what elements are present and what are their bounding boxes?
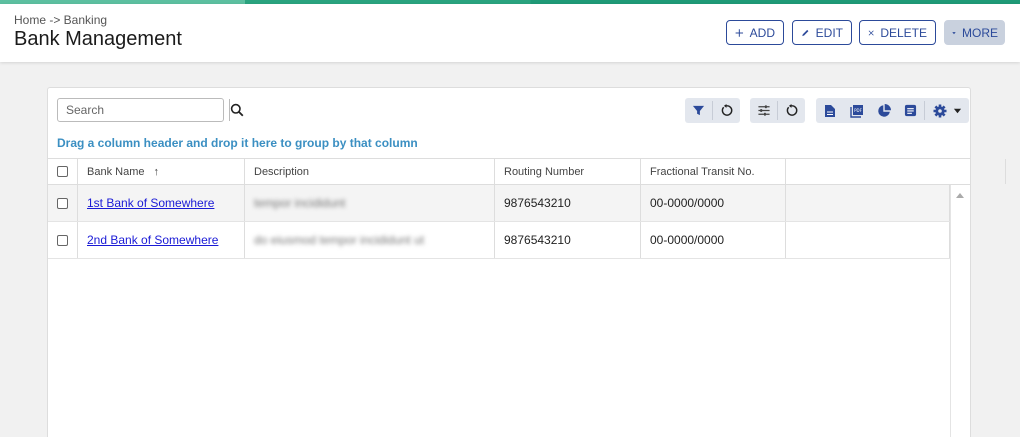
- search-box: [57, 98, 244, 122]
- filter-icon: [692, 105, 705, 116]
- description-text: tempor incididunt: [254, 196, 346, 210]
- search-icon: [230, 103, 244, 117]
- reset-columns-button[interactable]: [778, 98, 805, 123]
- pencil-icon: [802, 29, 809, 36]
- list-view-button[interactable]: [897, 98, 924, 123]
- columns-toolbar-group: [750, 98, 805, 123]
- column-settings-button[interactable]: [750, 98, 777, 123]
- gear-icon: [933, 104, 946, 117]
- group-by-hint: Drag a column header and drop it here to…: [57, 136, 418, 150]
- list-icon: [904, 104, 917, 117]
- row-checkbox[interactable]: [57, 234, 68, 246]
- edit-button[interactable]: EDIT: [792, 20, 852, 45]
- settings-button[interactable]: [925, 98, 969, 123]
- vertical-scrollbar[interactable]: [950, 185, 970, 437]
- add-button-label: ADD: [749, 25, 775, 40]
- bank-name-cell: 2nd Bank of Somewhere: [78, 222, 245, 258]
- column-header-label: Fractional Transit No.: [650, 165, 755, 178]
- delete-button-label: DELETE: [880, 25, 927, 40]
- table-row[interactable]: 2nd Bank of Somewhere do eiusmod tempor …: [48, 222, 950, 259]
- sort-ascending-icon: ↑: [153, 165, 159, 178]
- export-toolbar-group: PDF: [816, 98, 969, 123]
- scroll-up-arrow-icon[interactable]: [956, 193, 964, 198]
- reset-icon: [721, 104, 733, 116]
- bank-name-cell: 1st Bank of Somewhere: [78, 185, 245, 221]
- breadcrumb: Home -> Banking: [14, 13, 108, 27]
- fractional-transit-cell: 00-0000/0000: [641, 185, 786, 221]
- caret-down-icon: [953, 108, 961, 114]
- grid-panel: PDF Drag a column header and drop it her…: [47, 87, 1006, 437]
- document-icon: [824, 104, 835, 117]
- more-button[interactable]: MORE: [944, 20, 1005, 45]
- bank-name-link[interactable]: 2nd Bank of Somewhere: [87, 233, 218, 247]
- close-icon: [868, 29, 874, 36]
- search-button[interactable]: [229, 99, 244, 121]
- bank-name-link[interactable]: 1st Bank of Somewhere: [87, 196, 214, 210]
- more-button-label: MORE: [962, 25, 998, 40]
- filler-cell: [786, 185, 950, 221]
- column-header-label: Routing Number: [504, 165, 585, 178]
- row-checkbox[interactable]: [57, 197, 68, 209]
- description-cell: do eiusmod tempor incididunt ut: [245, 222, 495, 258]
- chart-button[interactable]: [870, 98, 897, 123]
- pie-chart-icon: [877, 103, 891, 117]
- select-all-checkbox[interactable]: [57, 166, 68, 177]
- column-header-label: Bank Name: [87, 165, 145, 178]
- routing-number-cell: 9876543210: [495, 222, 641, 258]
- column-header-routing-number[interactable]: Routing Number: [495, 159, 641, 184]
- filter-toolbar-group: [685, 98, 740, 123]
- column-header-fractional-transit[interactable]: Fractional Transit No.: [641, 159, 786, 184]
- page-title: Bank Management: [14, 28, 182, 50]
- sliders-icon: [757, 105, 770, 116]
- row-select-cell: [48, 222, 78, 258]
- filter-button[interactable]: [685, 98, 712, 123]
- search-input[interactable]: [58, 99, 229, 121]
- column-header-description[interactable]: Description: [245, 159, 495, 184]
- delete-button[interactable]: DELETE: [859, 20, 936, 45]
- caret-down-icon: [952, 31, 956, 34]
- description-cell: tempor incididunt: [245, 185, 495, 221]
- column-header-bank-name[interactable]: Bank Name ↑: [78, 159, 245, 184]
- svg-text:PDF: PDF: [854, 108, 862, 113]
- select-all-cell: [48, 159, 78, 184]
- row-select-cell: [48, 185, 78, 221]
- add-button[interactable]: ADD: [726, 20, 784, 45]
- export-pdf-button[interactable]: PDF: [843, 98, 870, 123]
- column-header-filler: [786, 159, 1006, 184]
- edit-button-label: EDIT: [815, 25, 843, 40]
- reset-filter-button[interactable]: [713, 98, 740, 123]
- routing-number-cell: 9876543210: [495, 185, 641, 221]
- export-document-button[interactable]: [816, 98, 843, 123]
- table-row[interactable]: 1st Bank of Somewhere tempor incididunt …: [48, 185, 950, 222]
- column-header-label: Description: [254, 165, 310, 178]
- pdf-icon: PDF: [849, 104, 863, 118]
- reset-icon: [786, 104, 798, 116]
- grid-header: Bank Name ↑ Description Routing Number F…: [48, 158, 1006, 185]
- fractional-transit-cell: 00-0000/0000: [641, 222, 786, 258]
- filler-cell: [786, 222, 950, 258]
- plus-icon: [735, 28, 744, 37]
- page-header: Home -> Banking Bank Management ADD EDIT…: [0, 4, 1020, 62]
- description-text: do eiusmod tempor incididunt ut: [254, 233, 425, 247]
